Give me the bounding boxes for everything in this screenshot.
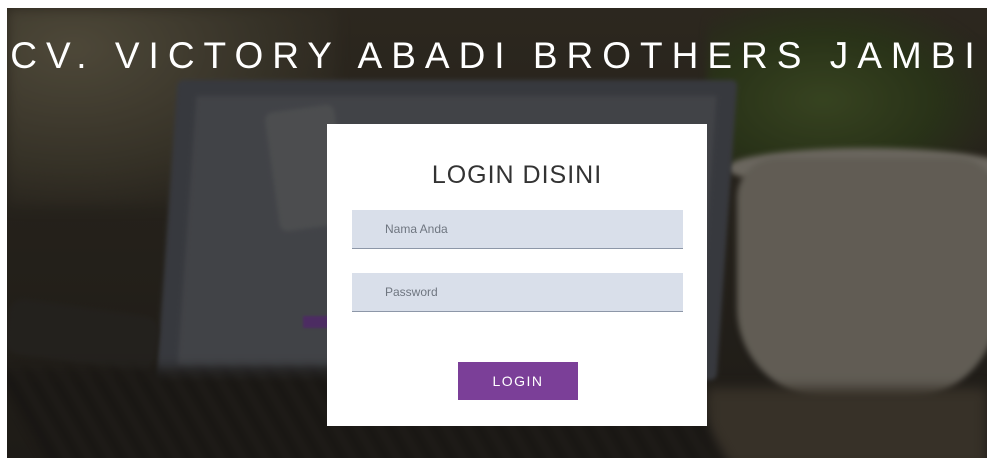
- site-title: CV. VICTORY ABADI BROTHERS JAMBI: [10, 35, 984, 76]
- login-button[interactable]: LOGIN: [458, 362, 578, 400]
- login-heading: LOGIN DISINI: [431, 161, 603, 189]
- page-background: CV. VICTORY ABADI BROTHERS JAMBI LOGIN D…: [7, 8, 987, 458]
- password-input[interactable]: [352, 273, 683, 312]
- login-card: LOGIN DISINI LOGIN: [327, 124, 707, 426]
- name-input[interactable]: [352, 210, 683, 249]
